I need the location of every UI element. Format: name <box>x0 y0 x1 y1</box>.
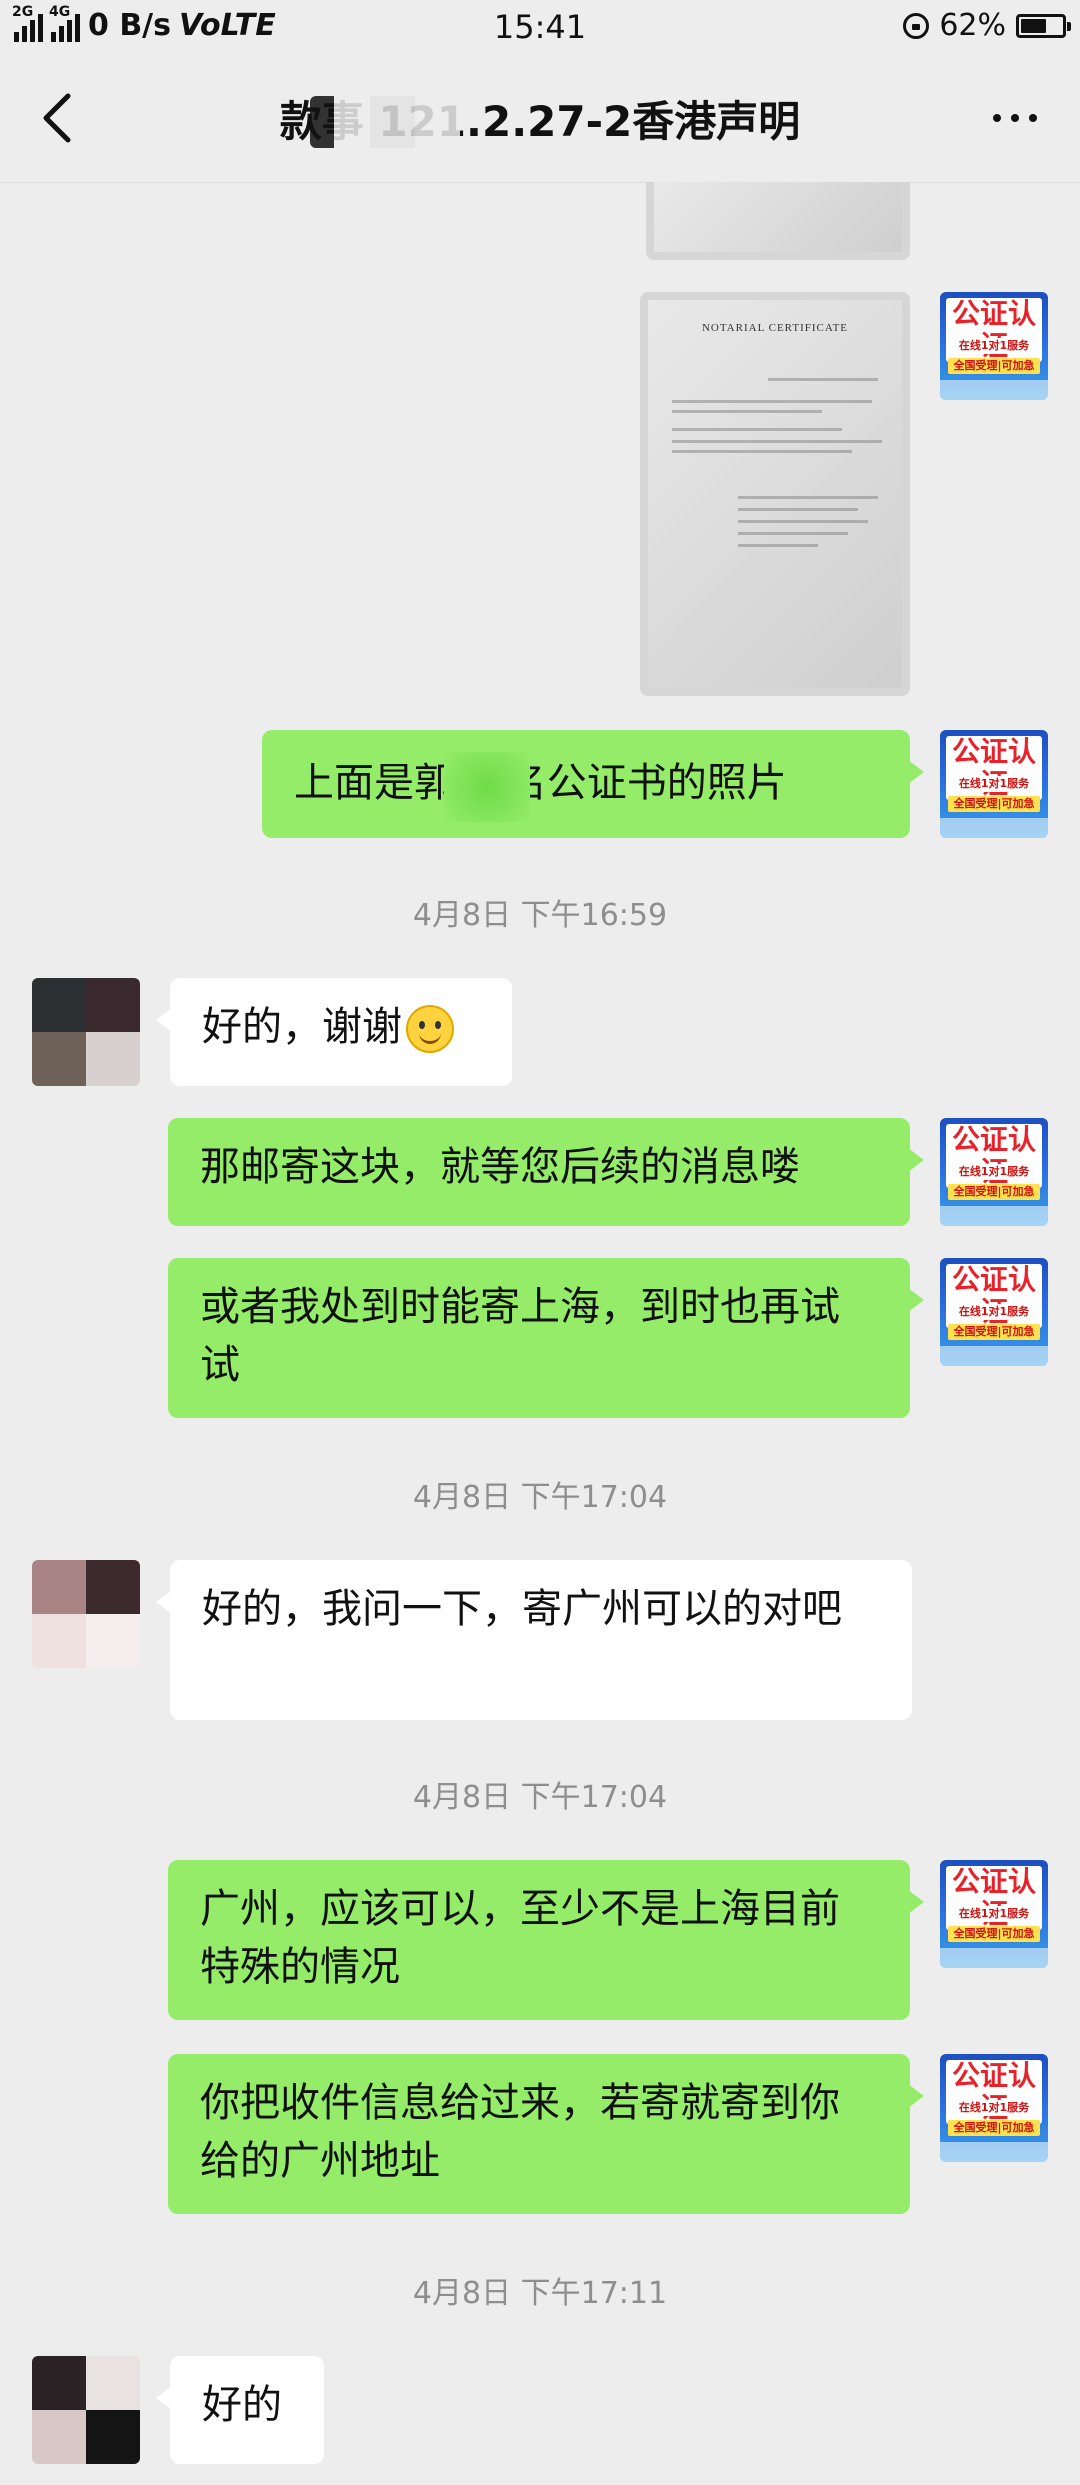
message-bubble-sent[interactable]: 那邮寄这块，就等您后续的消息喽 <box>168 1118 924 1226</box>
avatar-badge-line: 在线1对1服务 <box>948 2100 1040 2116</box>
avatar-badge-line: 全国受理|可加急 <box>948 2120 1040 2136</box>
message-text: 好的 <box>202 2382 282 2428</box>
document-photo: NOTARIAL CERTIFICATE <box>648 300 902 688</box>
avatar-badge-line: 全国受理|可加急 <box>948 358 1040 374</box>
avatar-badge-footer <box>940 818 1048 838</box>
smile-emoji-icon <box>406 1005 454 1053</box>
avatar-badge-footer <box>940 1206 1048 1226</box>
avatar-badge-footer <box>940 2142 1048 2162</box>
more-dot <box>1011 114 1019 122</box>
chat-header: 款事 121.2.27-2香港声明 <box>0 58 1080 183</box>
avatar-badge-line: 全国受理|可加急 <box>948 1324 1040 1340</box>
avatar-badge-line: 全国受理|可加急 <box>948 1926 1040 1942</box>
my-avatar[interactable]: 公证认证 在线1对1服务 全国受理|可加急 <box>940 730 1048 838</box>
message-bubble-sent[interactable]: 广州，应该可以，至少不是上海目前特殊的情况 <box>168 1860 924 2020</box>
message-text: 好的，谢谢 <box>202 1004 402 1050</box>
message-text: 广州，应该可以，至少不是上海目前特殊的情况 <box>200 1886 840 1990</box>
battery-icon <box>1016 13 1071 38</box>
message-timestamp: 4月8日 下午17:11 <box>412 2276 668 2311</box>
avatar-badge-line: 全国受理|可加急 <box>948 1184 1040 1200</box>
message-text: 好的，我问一下，寄广州可以的对吧 <box>202 1586 842 1632</box>
more-dot <box>993 114 1001 122</box>
contact-avatar[interactable] <box>32 978 140 1086</box>
message-bubble-received[interactable]: 好的，我问一下，寄广州可以的对吧 <box>156 1560 912 1720</box>
chat-title: 款事 121.2.27-2香港声明 <box>279 97 801 146</box>
document-photo <box>654 182 902 252</box>
message-text: 上面是郭 签名公证书的照片 <box>294 760 787 806</box>
message-timestamp: 4月8日 下午17:04 <box>412 1780 668 1815</box>
message-bubble-received[interactable]: 好的 <box>156 2356 324 2464</box>
message-bubble-sent[interactable]: 上面是郭 签名公证书的照片 <box>262 730 924 838</box>
certificate-title: NOTARIAL CERTIFICATE <box>701 322 849 334</box>
contact-avatar[interactable] <box>32 2356 140 2464</box>
my-avatar[interactable]: 公证认证 在线1对1服务 全国受理|可加急 <box>940 2054 1048 2162</box>
name-redaction <box>444 752 530 822</box>
message-timestamp: 4月8日 下午17:04 <box>412 1480 668 1515</box>
status-right: 62% <box>903 8 1071 43</box>
avatar-badge-line: 在线1对1服务 <box>948 1906 1040 1922</box>
more-button[interactable] <box>980 88 1050 148</box>
photo-message[interactable]: NOTARIAL CERTIFICATE <box>640 292 910 696</box>
message-bubble-sent[interactable]: 或者我处到时能寄上海，到时也再试试 <box>168 1258 924 1418</box>
message-bubble-sent[interactable]: 你把收件信息给过来，若寄就寄到你给的广州地址 <box>168 2054 924 2214</box>
photo-message-partial[interactable] <box>646 182 910 260</box>
my-avatar[interactable]: 公证认证 在线1对1服务 全国受理|可加急 <box>940 1860 1048 1968</box>
my-avatar[interactable]: 公证认证 在线1对1服务 全国受理|可加急 <box>940 1118 1048 1226</box>
avatar-badge-line: 在线1对1服务 <box>948 338 1040 354</box>
battery-fill <box>1021 18 1046 33</box>
my-avatar[interactable]: 公证认证 在线1对1服务 全国受理|可加急 <box>940 1258 1048 1366</box>
message-text: 你把收件信息给过来，若寄就寄到你给的广州地址 <box>200 2080 840 2184</box>
more-dot <box>1029 114 1037 122</box>
battery-percent: 62% <box>939 8 1006 43</box>
lock-icon <box>903 12 930 39</box>
avatar-badge-line: 在线1对1服务 <box>948 1304 1040 1320</box>
avatar-badge-line: 全国受理|可加急 <box>948 796 1040 812</box>
message-timestamp: 4月8日 下午16:59 <box>412 898 668 933</box>
avatar-badge-line: 在线1对1服务 <box>948 1164 1040 1180</box>
avatar-badge-footer <box>940 1948 1048 1968</box>
status-bar: 2G 4G 0 B/s VoLTE 15:41 62% <box>0 0 1080 58</box>
my-avatar[interactable]: 公证认证 在线1对1服务 全国受理|可加急 <box>940 292 1048 400</box>
avatar-badge-line: 在线1对1服务 <box>948 776 1040 792</box>
message-text: 那邮寄这块，就等您后续的消息喽 <box>200 1144 800 1190</box>
back-button[interactable] <box>30 88 90 148</box>
message-text: 或者我处到时能寄上海，到时也再试试 <box>200 1284 840 1388</box>
message-bubble-received[interactable]: 好的，谢谢 <box>156 978 512 1086</box>
title-redaction <box>310 96 460 148</box>
avatar-badge-footer <box>940 380 1048 400</box>
chevron-left-icon <box>43 93 71 143</box>
avatar-badge-footer <box>940 1346 1048 1366</box>
contact-avatar[interactable] <box>32 1560 140 1668</box>
